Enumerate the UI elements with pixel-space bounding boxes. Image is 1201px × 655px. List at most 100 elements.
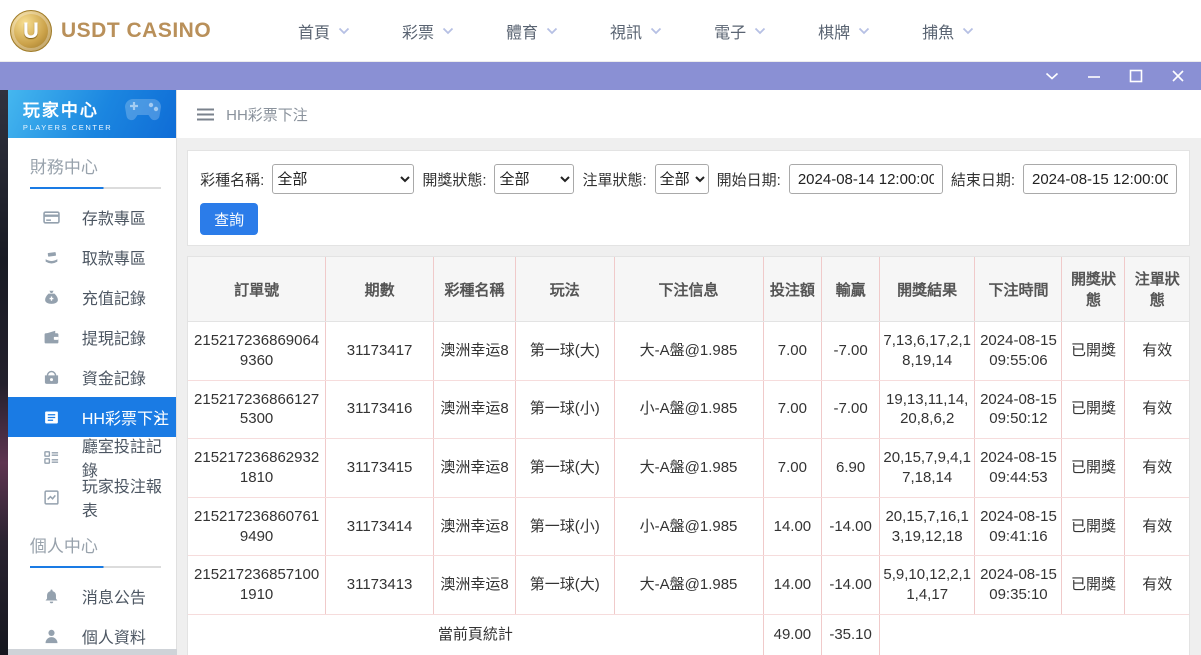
- cell-win-loss: -14.00: [822, 497, 880, 556]
- cell-bet-time: 2024-08-15 09:41:16: [975, 497, 1062, 556]
- cell-bet-info: 大-A盤@1.985: [614, 556, 763, 615]
- nav-item[interactable]: 電子: [714, 19, 766, 43]
- sidebar-section: 財務中心存款專區›取款專區›充值記錄›提現記錄›資金記錄›HH彩票下注›廳室投註…: [8, 153, 176, 517]
- main-panel: HH彩票下注 彩種名稱: 全部 開獎狀態: 全部 注單狀態:: [177, 90, 1201, 655]
- gamepad-icon: [122, 96, 164, 129]
- cell-bet-time: 2024-08-15 09:55:06: [975, 322, 1062, 381]
- sidebar-item[interactable]: 個人資料›: [8, 616, 176, 655]
- sidebar-item[interactable]: 提現記錄›: [8, 317, 176, 357]
- page-title: HH彩票下注: [226, 104, 308, 125]
- cell-win-loss: -14.00: [822, 556, 880, 615]
- cell-bet-amount: 7.00: [763, 439, 822, 498]
- records-list-icon: [43, 449, 60, 466]
- chevron-down-icon: [546, 22, 558, 40]
- menu-toggle-icon[interactable]: [197, 108, 214, 121]
- draw-status-select[interactable]: 全部: [494, 164, 574, 194]
- nav-item[interactable]: 體育: [506, 19, 558, 43]
- sidebar-item-label: 消息公告: [82, 584, 146, 608]
- person-icon: [43, 628, 60, 645]
- column-header-bet-time: 下注時間: [975, 257, 1062, 322]
- search-button[interactable]: 查詢: [200, 203, 258, 235]
- summary-bet-amount: 49.00: [763, 614, 822, 655]
- brand-name: USDT CASINO: [61, 19, 211, 43]
- sidebar-section-items: 存款專區›取款專區›充值記錄›提現記錄›資金記錄›HH彩票下注›廳室投註記錄›玩…: [8, 197, 176, 517]
- end-date-label: 結束日期:: [951, 169, 1015, 190]
- table-row[interactable]: 215217236857100191031173413澳洲幸运8第一球(大)大-…: [188, 556, 1189, 615]
- summary-empty: [879, 614, 1189, 655]
- end-date-input[interactable]: [1023, 164, 1177, 194]
- cell-lottery-name: 澳洲幸运8: [434, 322, 516, 381]
- sidebar-item[interactable]: 廳室投註記錄›: [8, 437, 176, 477]
- nav-item[interactable]: 首頁: [298, 19, 350, 43]
- cell-bet-amount: 7.00: [763, 322, 822, 381]
- page-header: HH彩票下注: [177, 90, 1201, 138]
- order-status-select[interactable]: 全部: [655, 164, 709, 194]
- coin-icon: U: [10, 10, 52, 52]
- sidebar-section-title: 財務中心: [30, 153, 161, 178]
- cell-play-type: 第一球(大): [515, 439, 614, 498]
- hand-money-icon: [43, 249, 60, 266]
- lottery-name-select[interactable]: 全部: [272, 164, 414, 194]
- window-controls: [1045, 69, 1185, 83]
- cell-bet-info: 小-A盤@1.985: [614, 497, 763, 556]
- table-row[interactable]: 215217236862932181031173415澳洲幸运8第一球(大)大-…: [188, 439, 1189, 498]
- sidebar-item[interactable]: 充值記錄›: [8, 277, 176, 317]
- sidebar-item[interactable]: 消息公告›: [8, 576, 176, 616]
- cell-draw-result: 5,9,10,12,2,11,4,17: [879, 556, 974, 615]
- brand-logo[interactable]: U USDT CASINO: [10, 10, 238, 52]
- cell-draw-status: 已開獎: [1062, 497, 1125, 556]
- sidebar-item[interactable]: 存款專區›: [8, 197, 176, 237]
- table-row[interactable]: 215217236869064936031173417澳洲幸运8第一球(大)大-…: [188, 322, 1189, 381]
- cell-draw-result: 20,15,7,16,13,19,12,18: [879, 497, 974, 556]
- money-bag-icon: [43, 289, 60, 306]
- sidebar-item[interactable]: 資金記錄›: [8, 357, 176, 397]
- nav-item[interactable]: 棋牌: [818, 19, 870, 43]
- cell-win-loss: -7.00: [822, 322, 880, 381]
- window-body: 玩家中心 PLAYERS CENTER 財務中心存款專區›取款專區›充值記錄›提…: [0, 90, 1201, 655]
- sidebar-item-label: 充值記錄: [82, 285, 146, 309]
- bet-records-table: 訂單號期數彩種名稱玩法下注信息投注額輸贏開獎結果下注時間開獎狀態注單狀態 215…: [188, 257, 1189, 655]
- filter-panel: 彩種名稱: 全部 開獎狀態: 全部 注單狀態: 全部 開始日期:: [187, 150, 1190, 246]
- sidebar-item-label: 個人資料: [82, 624, 146, 648]
- sidebar-item-label: 玩家投注報表: [82, 473, 176, 521]
- cell-draw-result: 19,13,11,14,20,8,6,2: [879, 380, 974, 439]
- sidebar-sections: 財務中心存款專區›取款專區›充值記錄›提現記錄›資金記錄›HH彩票下注›廳室投註…: [8, 153, 176, 655]
- table-row[interactable]: 215217236860761949031173414澳洲幸运8第一球(小)小-…: [188, 497, 1189, 556]
- screen: U USDT CASINO 首頁彩票體育視訊電子棋牌捕魚 玩: [0, 0, 1201, 655]
- window-collapse-button chevron-down-icon[interactable]: [1045, 72, 1059, 81]
- window-minimize-button minimize-icon[interactable]: [1087, 70, 1101, 83]
- coin-letter: U: [23, 18, 39, 44]
- sidebar-item[interactable]: 取款專區›: [8, 237, 176, 277]
- column-header-draw-result: 開獎結果: [879, 257, 974, 322]
- wallet-icon: [43, 329, 60, 346]
- table-row[interactable]: 215217236866127530031173416澳洲幸运8第一球(小)小-…: [188, 380, 1189, 439]
- sidebar-section-title: 個人中心: [30, 532, 161, 557]
- sidebar-header: 玩家中心 PLAYERS CENTER: [8, 90, 176, 138]
- lottery-name-label: 彩種名稱:: [200, 169, 264, 190]
- column-header-lottery-name: 彩種名稱: [434, 257, 516, 322]
- cell-draw-status: 已開獎: [1062, 556, 1125, 615]
- chevron-down-icon: [442, 22, 454, 40]
- cell-lottery-name: 澳洲幸运8: [434, 556, 516, 615]
- bell-icon: [43, 588, 60, 605]
- cell-period-number: 31173415: [326, 439, 434, 498]
- cell-bet-time: 2024-08-15 09:35:10: [975, 556, 1062, 615]
- chevron-down-icon: [962, 22, 974, 40]
- sidebar-item[interactable]: HH彩票下注›: [8, 397, 176, 437]
- nav-item[interactable]: 捕魚: [922, 19, 974, 43]
- window-close-button close-icon[interactable]: [1171, 69, 1185, 83]
- cell-lottery-name: 澳洲幸运8: [434, 439, 516, 498]
- cell-bet-time: 2024-08-15 09:50:12: [975, 380, 1062, 439]
- column-header-order-no: 訂單號: [188, 257, 325, 322]
- cell-play-type: 第一球(大): [515, 322, 614, 381]
- window-maximize-button maximize-icon[interactable]: [1129, 69, 1143, 83]
- nav-item[interactable]: 視訊: [610, 19, 662, 43]
- start-date-input[interactable]: [789, 164, 943, 194]
- sidebar-item[interactable]: 玩家投注報表›: [8, 477, 176, 517]
- cell-draw-status: 已開獎: [1062, 439, 1125, 498]
- column-header-draw-status: 開獎狀態: [1062, 257, 1125, 322]
- sidebar-item-label: 資金記錄: [82, 365, 146, 389]
- order-status-label: 注單狀態:: [582, 169, 646, 190]
- nav-item[interactable]: 彩票: [402, 19, 454, 43]
- cell-order-status: 有效: [1125, 556, 1189, 615]
